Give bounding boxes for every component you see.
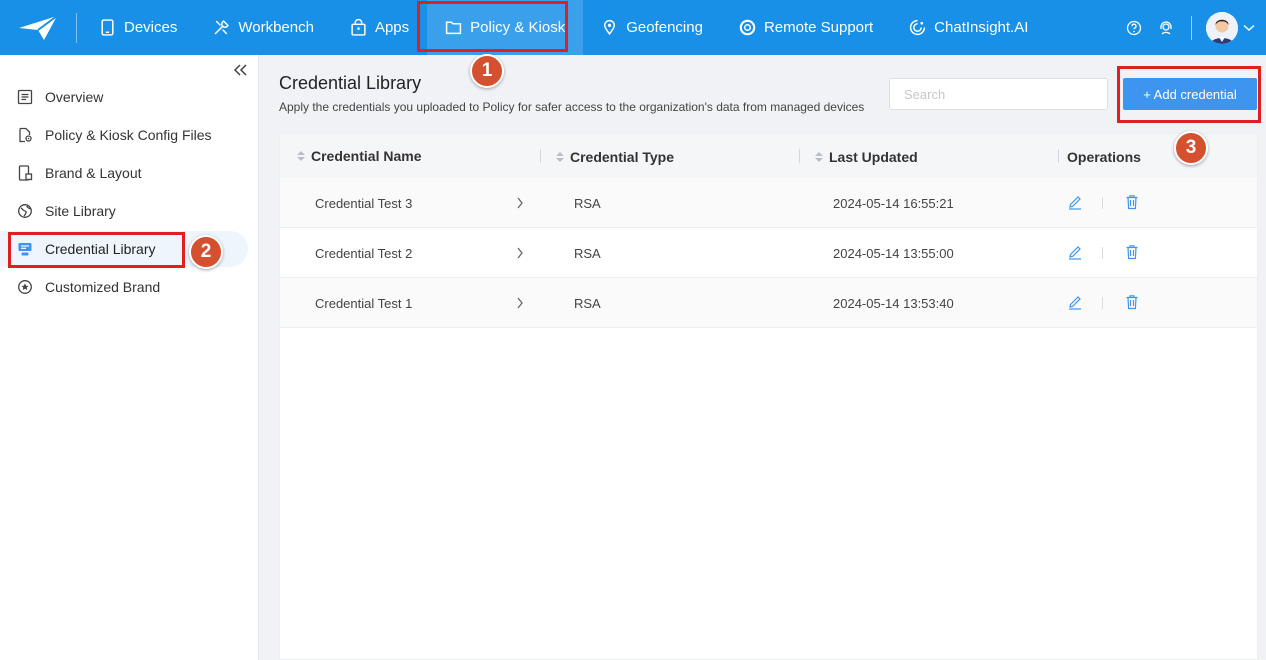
file-gear-icon (19, 127, 32, 143)
nav-geofencing-label: Geofencing (626, 19, 703, 36)
nav-geofencing[interactable]: Geofencing (583, 0, 721, 55)
sidebar-item-site-library[interactable]: Site Library (0, 193, 248, 229)
page-title: Credential Library (279, 73, 422, 93)
main-content: Credential Library Apply the credentials… (259, 55, 1266, 660)
map-pin-icon (604, 19, 616, 36)
column-operations: Operations (1067, 149, 1141, 165)
column-credential-name[interactable]: Credential Name (297, 148, 421, 164)
highlight-box-credential-library (8, 232, 185, 268)
operations-divider (1102, 247, 1103, 259)
chevron-down-icon[interactable] (1242, 24, 1256, 32)
sidebar-item-label: Site Library (45, 203, 116, 219)
star-icon (18, 280, 32, 294)
nav-remote-support-label: Remote Support (763, 19, 874, 36)
nav-chatinsight[interactable]: ChatInsight.AI (891, 0, 1046, 55)
cell-credential-type: RSA (574, 245, 601, 261)
device-layout-icon (18, 165, 33, 181)
highlight-box-add-credential (1117, 66, 1261, 123)
column-divider (540, 149, 541, 163)
column-last-updated[interactable]: Last Updated (815, 149, 918, 165)
chevron-right-icon[interactable] (515, 278, 525, 328)
cell-credential-type: RSA (574, 295, 601, 311)
column-divider (1058, 149, 1059, 163)
column-credential-type[interactable]: Credential Type (556, 149, 674, 165)
nav-apps-label: Apps (374, 19, 410, 36)
logo[interactable] (0, 0, 76, 55)
cell-credential-type: RSA (574, 195, 601, 211)
nav-chatinsight-label: ChatInsight.AI (934, 19, 1029, 36)
table-header: Credential Name Credential Type Last Upd… (280, 134, 1257, 178)
nav-apps[interactable]: Apps (332, 0, 427, 55)
tools-icon (214, 20, 230, 35)
trash-icon[interactable] (1124, 294, 1140, 310)
nav-devices-label: Devices (124, 19, 178, 36)
step-badge-3: 3 (1174, 131, 1208, 165)
sidebar-item-overview[interactable]: Overview (0, 79, 248, 115)
nav-user-area (1123, 0, 1266, 55)
sidebar-item-label: Customized Brand (45, 279, 161, 295)
edit-icon[interactable] (1067, 244, 1083, 260)
column-header-label: Operations (1067, 149, 1141, 165)
step-badge-2: 2 (189, 235, 223, 269)
paper-plane-logo-icon (19, 14, 58, 40)
sidebar-item-customized-brand[interactable]: Customized Brand (0, 269, 248, 305)
user-avatar[interactable] (1206, 11, 1238, 44)
table-row[interactable]: Credential Test 1 RSA 2024-05-14 13:53:4… (280, 278, 1257, 328)
nav-workbench[interactable]: Workbench (195, 0, 332, 55)
edit-icon[interactable] (1067, 194, 1083, 210)
cell-last-updated: 2024-05-14 13:53:40 (833, 295, 954, 311)
list-icon (17, 89, 33, 105)
step-badge-1: 1 (470, 54, 504, 88)
tablet-icon (101, 19, 114, 36)
operations-divider (1102, 197, 1103, 209)
column-header-label: Credential Type (570, 149, 674, 165)
collapse-sidebar-icon[interactable] (231, 61, 249, 79)
sort-icon[interactable] (815, 152, 823, 162)
page-description: Apply the credentials you uploaded to Po… (279, 100, 865, 114)
trash-icon[interactable] (1124, 244, 1140, 260)
bag-icon (351, 19, 366, 36)
sidebar-item-brand-layout[interactable]: Brand & Layout (0, 155, 248, 191)
nav-right-divider (1191, 15, 1192, 40)
sidebar: Overview Policy & Kiosk Config Files Bra… (0, 55, 259, 660)
highlight-box-policy-kiosk (417, 1, 568, 52)
table-row[interactable]: Credential Test 3 RSA 2024-05-14 16:55:2… (280, 178, 1257, 228)
sidebar-item-label: Policy & Kiosk Config Files (45, 127, 212, 143)
sidebar-item-label: Overview (45, 89, 104, 105)
column-header-label: Last Updated (829, 149, 918, 165)
nav-workbench-label: Workbench (238, 19, 314, 36)
edit-icon[interactable] (1067, 294, 1083, 310)
cell-credential-name: Credential Test 2 (315, 245, 413, 261)
operations-divider (1102, 297, 1103, 309)
sort-icon[interactable] (297, 151, 305, 161)
cell-credential-name: Credential Test 3 (315, 195, 413, 211)
cell-last-updated: 2024-05-14 16:55:21 (833, 195, 954, 211)
lifebuoy-icon (739, 19, 756, 36)
search-input[interactable] (889, 78, 1108, 110)
chevron-right-icon[interactable] (515, 228, 525, 278)
nav-divider (76, 12, 77, 43)
nav-devices[interactable]: Devices (81, 0, 195, 55)
chevron-right-icon[interactable] (515, 178, 525, 228)
nav-remote-support[interactable]: Remote Support (721, 0, 891, 55)
table-body: Credential Test 3 RSA 2024-05-14 16:55:2… (280, 178, 1257, 328)
table-row[interactable]: Credential Test 2 RSA 2024-05-14 13:55:0… (280, 228, 1257, 278)
top-navigation-bar: Devices Workbench Apps Policy & Kiosk Ge… (0, 0, 1266, 55)
trash-icon[interactable] (1124, 194, 1140, 210)
cell-credential-name: Credential Test 1 (315, 295, 413, 311)
ai-icon (910, 19, 926, 36)
support-agent-icon[interactable] (1155, 17, 1177, 39)
column-divider (799, 149, 800, 163)
cell-last-updated: 2024-05-14 13:55:00 (833, 245, 954, 261)
column-header-label: Credential Name (311, 148, 422, 164)
sort-icon[interactable] (556, 152, 564, 162)
sidebar-item-label: Brand & Layout (45, 165, 142, 181)
sidebar-item-config-files[interactable]: Policy & Kiosk Config Files (0, 117, 248, 153)
credential-table: Credential Name Credential Type Last Upd… (279, 133, 1258, 660)
globe-icon (18, 204, 32, 218)
help-icon[interactable] (1123, 17, 1145, 39)
